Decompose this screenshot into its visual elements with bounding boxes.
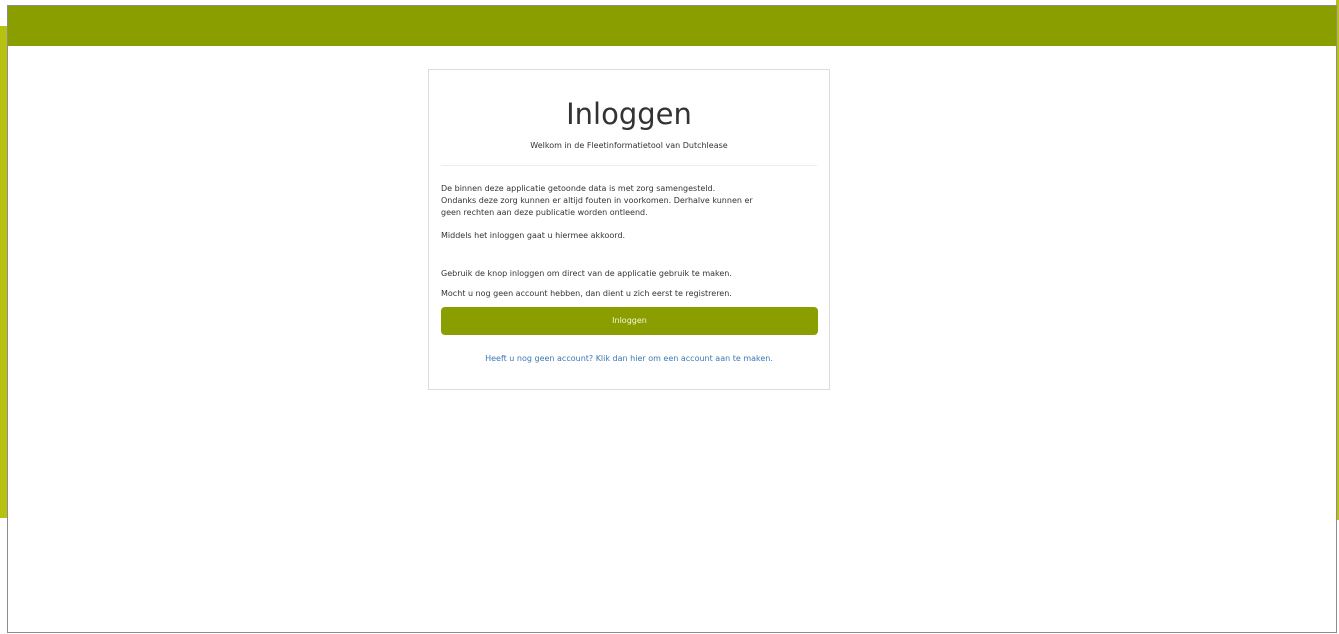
divider	[441, 165, 817, 166]
login-card: Inloggen Welkom in de Fleetinformatietoo…	[428, 69, 830, 390]
app-window: Inloggen Welkom in de Fleetinformatietoo…	[7, 5, 1337, 633]
welcome-subtitle: Welkom in de Fleetinformatietool van Dut…	[530, 141, 728, 150]
disclaimer-paragraph: De binnen deze applicatie getoonde data …	[441, 183, 817, 219]
instruction-text: Gebruik de knop inloggen om direct van d…	[441, 269, 732, 278]
disclaimer-line: Ondanks deze zorg kunnen er altijd foute…	[441, 196, 753, 205]
login-button[interactable]: Inloggen	[441, 307, 818, 335]
page-title: Inloggen	[566, 97, 692, 131]
disclaimer-line: geen rechten aan deze publicatie worden …	[441, 208, 648, 217]
agreement-text: Middels het inloggen gaat u hiermee akko…	[441, 231, 626, 240]
left-accent-stripe	[0, 26, 7, 518]
disclaimer-line: De binnen deze applicatie getoonde data …	[441, 184, 716, 193]
register-hint-text: Mocht u nog geen account hebben, dan die…	[441, 289, 732, 298]
page-frame: Inloggen Welkom in de Fleetinformatietoo…	[0, 0, 1339, 634]
top-header-bar	[8, 6, 1336, 46]
register-link[interactable]: Heeft u nog geen account? Klik dan hier …	[429, 353, 829, 365]
